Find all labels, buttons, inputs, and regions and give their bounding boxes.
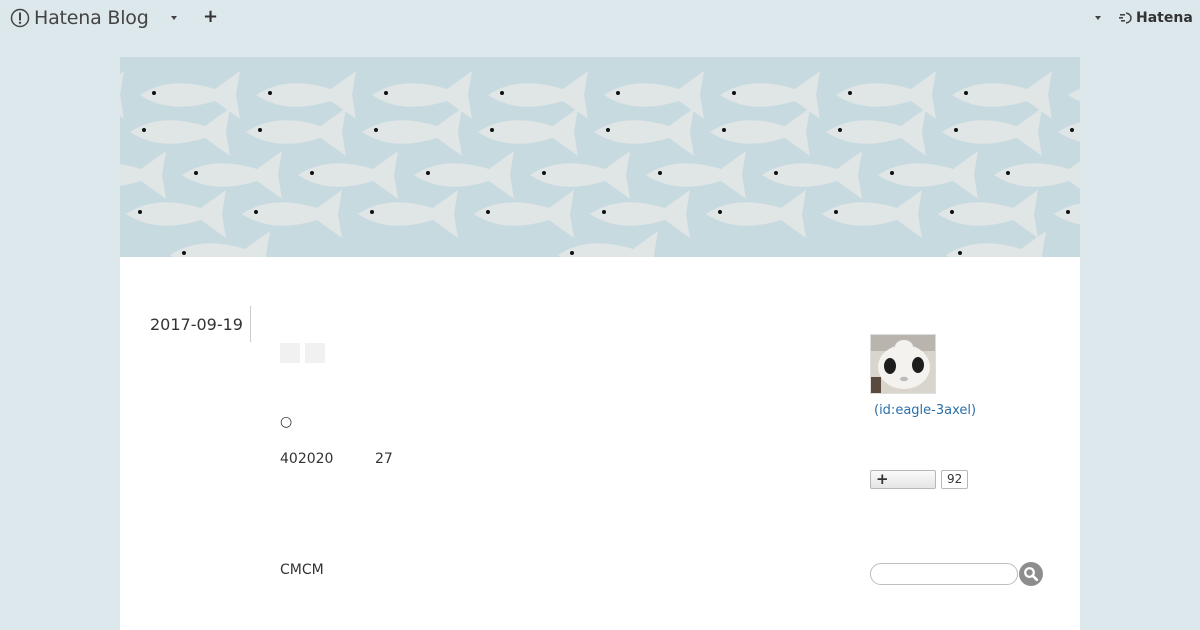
hatena-logo-link[interactable]: Hatena	[1119, 10, 1193, 26]
blog-page: 2017-09-19 ○ 402020 27 CMCM (id:eagle-3a…	[120, 57, 1080, 630]
entry-text-circle: ○	[280, 414, 293, 430]
hatena-blog-brand[interactable]: Hatena Blog	[10, 7, 149, 29]
search-button[interactable]	[1019, 562, 1043, 586]
blog-search-input[interactable]	[870, 563, 1018, 585]
hatena-label: Hatena	[1136, 10, 1193, 26]
subscriber-count: 92	[941, 470, 969, 489]
search-icon	[1024, 567, 1039, 582]
brand-name: Hatena Blog	[34, 7, 149, 29]
subscribe-plus-icon: +	[876, 470, 889, 488]
avatar-image	[871, 335, 935, 393]
date-divider	[250, 306, 251, 342]
blog-header-banner[interactable]	[120, 57, 1080, 257]
entry-date[interactable]: 2017-09-19	[150, 315, 243, 334]
user-avatar[interactable]	[870, 334, 936, 394]
blog-menu-dropdown-icon[interactable]	[171, 16, 177, 20]
global-header: Hatena Blog + Hatena	[0, 0, 1200, 38]
user-id-link[interactable]: (id:eagle-3axel)	[874, 403, 976, 418]
fish-pattern-image	[120, 71, 1080, 257]
share-button-1[interactable]	[280, 343, 300, 363]
entry-text-line-2: CMCM	[280, 562, 324, 578]
entry-text-line-1-number: 27	[375, 451, 393, 467]
hatena-mark-icon	[1119, 12, 1132, 24]
new-post-button[interactable]: +	[203, 7, 218, 27]
hatena-blog-logo-icon	[10, 8, 30, 28]
subscribe-button[interactable]: +	[870, 470, 936, 489]
account-menu-dropdown-icon[interactable]	[1095, 16, 1101, 20]
share-button-2[interactable]	[305, 343, 325, 363]
entry-text-line-1: 402020	[280, 451, 334, 467]
